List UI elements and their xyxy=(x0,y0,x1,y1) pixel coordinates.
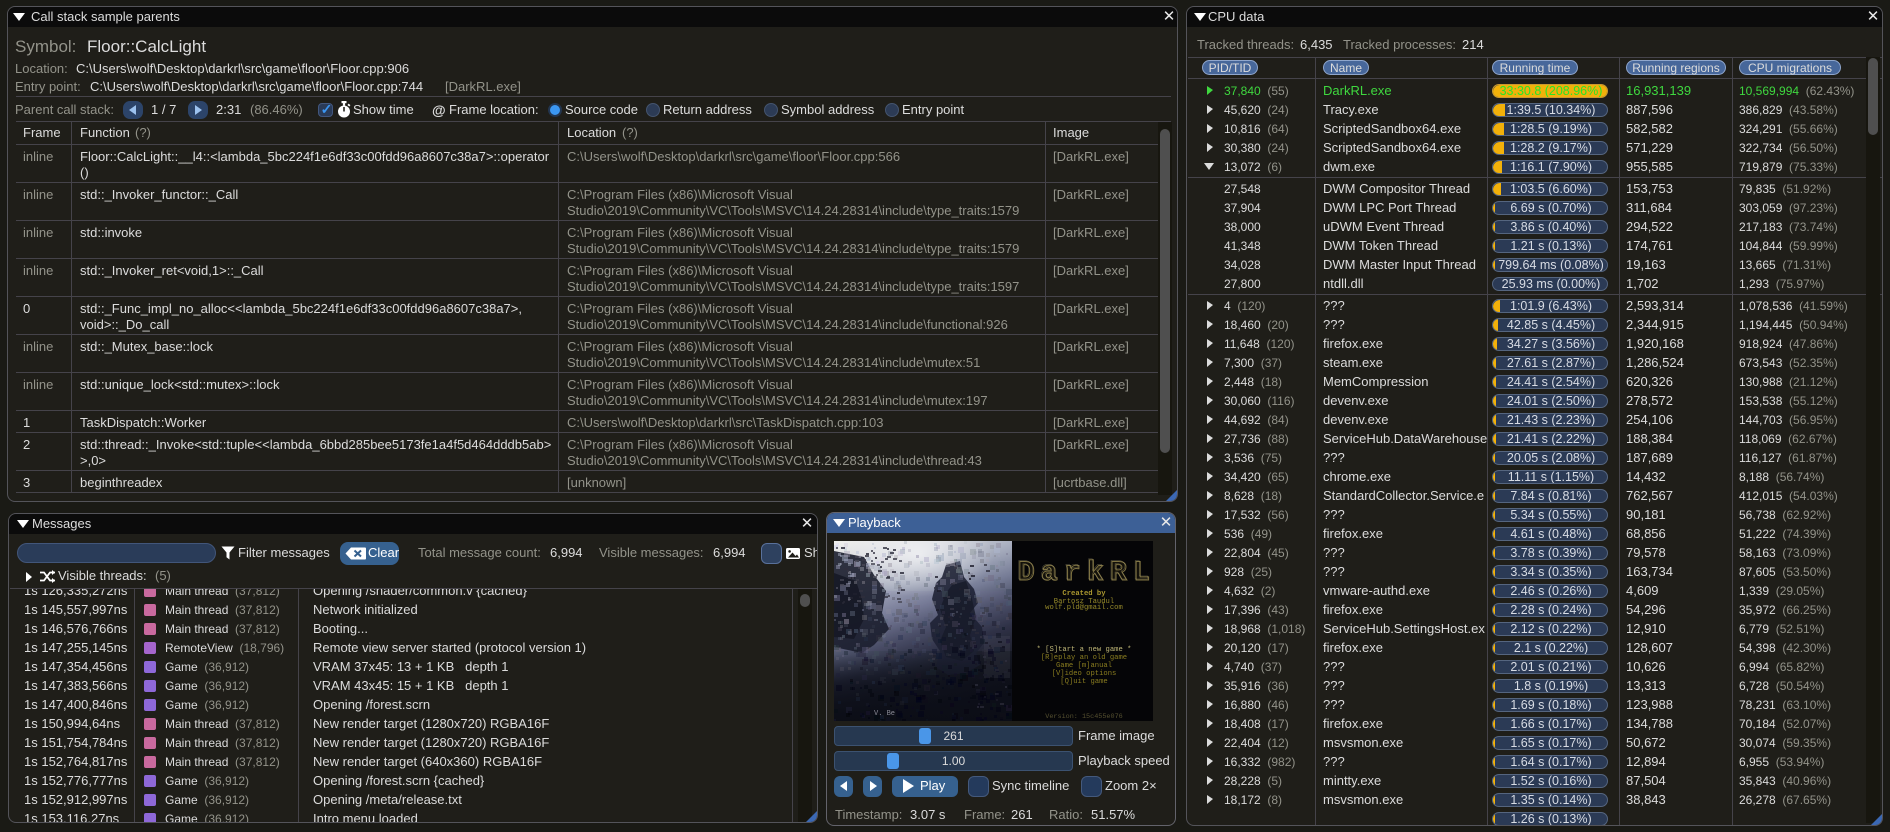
svg-text:wolf.pld@gmail.com: wolf.pld@gmail.com xyxy=(1045,604,1123,612)
svg-text:Version: 15c455e076: Version: 15c455e076 xyxy=(1045,713,1123,721)
svg-text:[V]ideo options: [V]ideo options xyxy=(1052,670,1117,678)
svg-text:[Q]uit game: [Q]uit game xyxy=(1060,678,1107,686)
svg-text:V. Be: V. Be xyxy=(874,710,895,718)
svg-text:[R]eplay an old game: [R]eplay an old game xyxy=(1041,654,1127,662)
svg-text:Game [m]anual: Game [m]anual xyxy=(1056,662,1112,670)
svg-text:* [S]tart a new game *: * [S]tart a new game * xyxy=(1037,646,1132,654)
svg-text:Created by: Created by xyxy=(1062,590,1106,598)
